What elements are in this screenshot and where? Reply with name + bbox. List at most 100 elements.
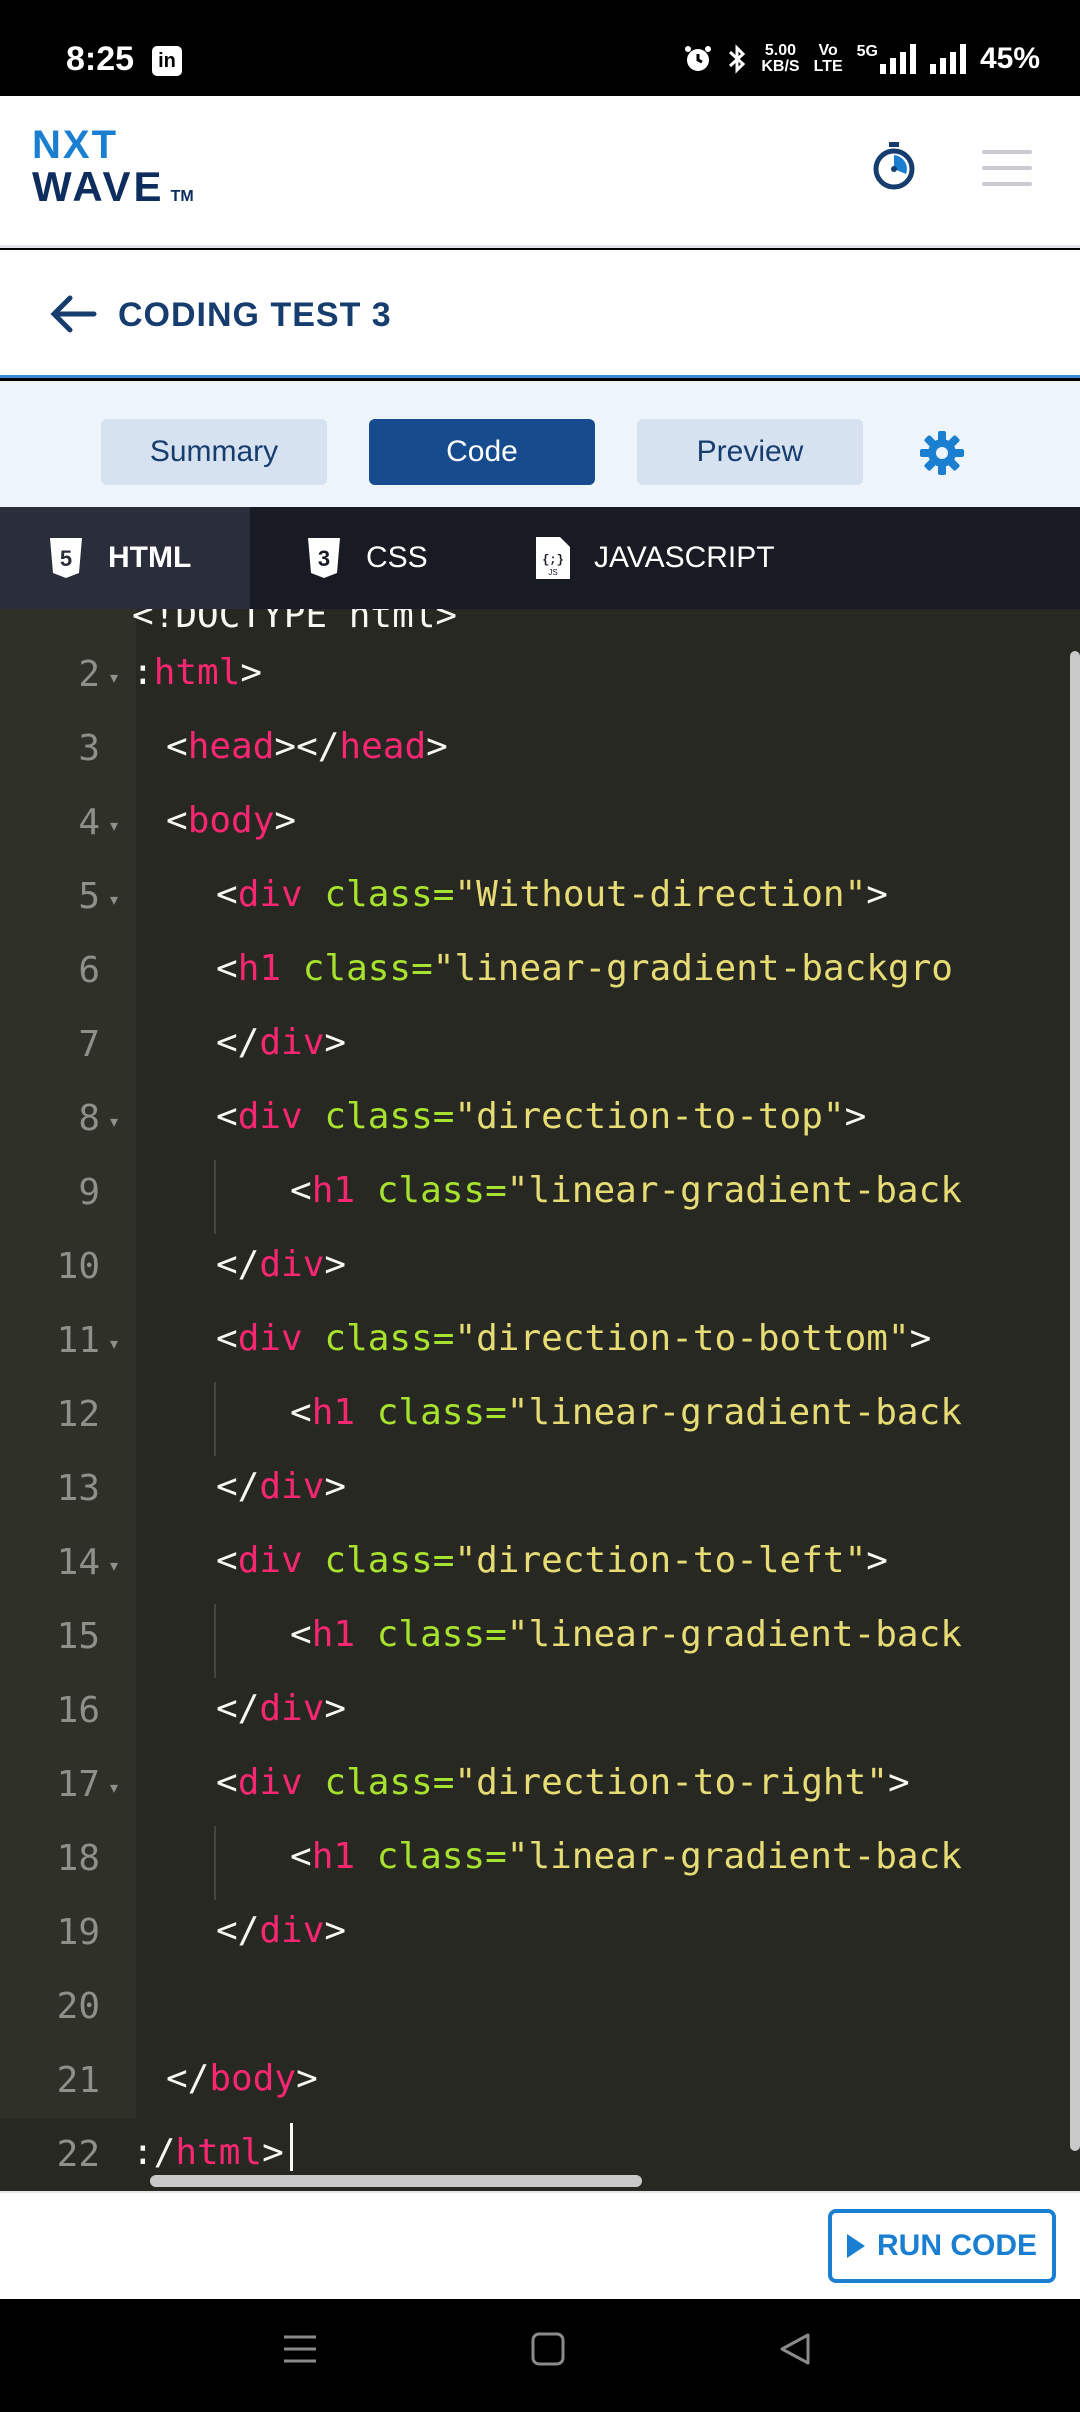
- menu-nav-icon[interactable]: [280, 2329, 320, 2369]
- nxtwave-logo[interactable]: NXT WAVE TM: [32, 124, 194, 218]
- code-editor[interactable]: <!DOCTYPE html> 2 ▾ 3 4 ▾ 5 ▾ 6 7 8 ▾ 9 10 11 ▾ 12 13 14 ▾…: [0, 609, 1080, 2191]
- code-string: "direction-to-bottom": [454, 1318, 910, 1359]
- fold-arrow-icon[interactable]: ▾: [110, 1556, 118, 1576]
- code-string: "direction-to-top": [454, 1096, 845, 1137]
- code-line: <div class="direction-to-bottom">: [216, 1318, 931, 1359]
- net-speed-value: 5.00: [764, 42, 797, 59]
- code-string: "linear-gradient-back: [506, 1170, 962, 1211]
- code-tag: div: [259, 1910, 325, 1951]
- home-square-icon[interactable]: [528, 2329, 568, 2369]
- view-tabs: Summary Code Preview: [0, 381, 1080, 507]
- test-title-row: CODING TEST 3: [0, 250, 1080, 378]
- code-line: <body>: [166, 800, 296, 841]
- code-line: :/html>: [132, 2132, 284, 2173]
- code-punct: </: [166, 2058, 210, 2099]
- logo-bottom-text: WAVE: [32, 163, 165, 210]
- run-code-label: RUN CODE: [876, 2229, 1037, 2262]
- code-string: "linear-gradient-backgro: [432, 948, 953, 989]
- tab-javascript[interactable]: {;} JS JAVASCRIPT: [536, 507, 775, 609]
- code-attribute: class=: [324, 1762, 455, 1803]
- code-tag: html: [175, 2132, 263, 2173]
- line-number: 19: [56, 1912, 100, 1953]
- fold-arrow-icon[interactable]: ▾: [110, 816, 118, 836]
- code-tag: h1: [311, 1614, 356, 1655]
- code-punct: >: [324, 1910, 347, 1951]
- code-punct: >: [324, 1466, 347, 1507]
- volte-badge: Vo LTE: [814, 43, 843, 75]
- code-punct: >: [866, 1540, 888, 1581]
- fold-arrow-icon[interactable]: ▾: [110, 1334, 118, 1354]
- code-line: <div class="direction-to-left">: [216, 1540, 888, 1581]
- code-punct: >: [324, 1688, 347, 1729]
- code-attribute: class=: [324, 1318, 455, 1359]
- code-punct: <: [166, 726, 188, 767]
- fold-arrow-icon[interactable]: ▾: [110, 1112, 118, 1132]
- line-number: 2: [78, 654, 100, 695]
- tab-css[interactable]: 3 CSS: [306, 507, 428, 609]
- code-punct: <: [216, 1318, 238, 1359]
- code-punct: <: [290, 1614, 312, 1655]
- tab-summary[interactable]: Summary: [101, 419, 327, 485]
- code-punct: :/: [132, 2132, 176, 2173]
- tab-preview[interactable]: Preview: [637, 419, 863, 485]
- system-nav-bar: [0, 2299, 1080, 2412]
- code-string: "Without-direction": [454, 874, 867, 915]
- code-attribute: class=: [302, 948, 433, 989]
- run-code-button[interactable]: RUN CODE: [828, 2209, 1056, 2283]
- code-tag: h1: [311, 1836, 356, 1877]
- code-punct: >: [866, 874, 888, 915]
- editor-file-tabs: 5 HTML 3 CSS {;} JS JAVASCRIPT: [0, 507, 1080, 609]
- line-number: 13: [56, 1468, 100, 1509]
- css3-icon: 3: [306, 538, 342, 578]
- code-punct: >: [324, 1244, 347, 1285]
- line-number: 5: [78, 876, 100, 917]
- fold-arrow-icon[interactable]: ▾: [110, 668, 118, 688]
- code-tag: div: [259, 1244, 325, 1285]
- stopwatch-icon[interactable]: [872, 142, 916, 190]
- svg-text:5: 5: [60, 546, 72, 571]
- hamburger-menu-icon[interactable]: [982, 150, 1032, 198]
- code-line: <div class="direction-to-top">: [216, 1096, 866, 1137]
- fold-arrow-icon[interactable]: ▾: [110, 890, 118, 910]
- gear-icon[interactable]: [920, 431, 964, 475]
- tab-html[interactable]: 5 HTML: [0, 507, 250, 609]
- back-arrow-icon[interactable]: [48, 294, 98, 334]
- back-triangle-icon[interactable]: [774, 2329, 814, 2369]
- logo-top-text: NXT: [32, 123, 118, 167]
- code-punct: </: [216, 1022, 260, 1063]
- code-string: "direction-to-left": [454, 1540, 867, 1581]
- svg-text:3: 3: [318, 546, 330, 571]
- play-icon: [846, 2234, 865, 2258]
- tab-code[interactable]: Code: [369, 419, 595, 485]
- tab-css-label: CSS: [366, 541, 428, 574]
- code-punct: >: [274, 800, 297, 841]
- network-type: 5G: [856, 43, 878, 60]
- fold-arrow-icon[interactable]: ▾: [110, 1778, 118, 1798]
- line-number: 16: [56, 1690, 100, 1731]
- vertical-scrollbar[interactable]: [1070, 651, 1080, 2151]
- line-number: 8: [78, 1098, 100, 1139]
- code-punct: >: [240, 652, 263, 693]
- code-line-partial: <!DOCTYPE html>: [132, 609, 458, 636]
- code-punct: <: [216, 874, 238, 915]
- code-tag: h1: [237, 948, 282, 989]
- status-right: 5.00 KB/S Vo LTE 5G 45%: [683, 42, 1040, 76]
- line-number: 12: [56, 1394, 100, 1435]
- code-punct: :: [132, 652, 154, 693]
- code-tag: div: [259, 1466, 325, 1507]
- horizontal-scrollbar[interactable]: [150, 2175, 642, 2187]
- logo-tm: TM: [170, 188, 194, 205]
- line-number: 11: [56, 1320, 100, 1361]
- code-punct: <: [290, 1392, 312, 1433]
- code-punct: ></: [274, 726, 340, 767]
- indent-guide: [214, 1826, 216, 1900]
- code-line: <div class="Without-direction">: [216, 874, 888, 915]
- code-tag: head: [187, 726, 275, 767]
- code-tag: div: [259, 1688, 325, 1729]
- code-punct: <: [166, 800, 188, 841]
- code-punct: >: [324, 1022, 347, 1063]
- code-line: </body>: [166, 2058, 318, 2099]
- signal-icon: [929, 44, 966, 74]
- svg-text:JS: JS: [548, 568, 557, 577]
- code-punct: >: [844, 1096, 867, 1137]
